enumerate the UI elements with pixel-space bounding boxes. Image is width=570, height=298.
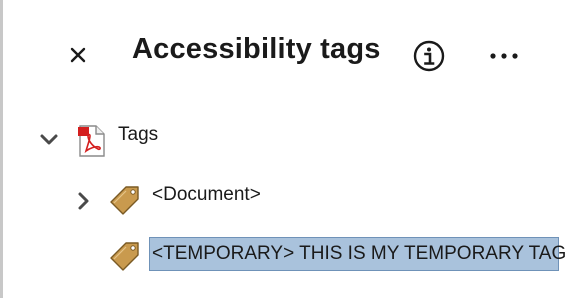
chevron-right-icon xyxy=(78,192,89,210)
tree-node-tags[interactable]: Tags xyxy=(3,118,570,158)
tree-node-label: <Document> xyxy=(152,184,261,205)
tree-node-label: <TEMPORARY> THIS IS MY TEMPORARY TAG xyxy=(152,243,567,264)
close-button[interactable] xyxy=(63,40,93,70)
info-button[interactable] xyxy=(411,38,447,74)
tag-icon xyxy=(110,242,139,271)
pdf-file-icon xyxy=(78,125,105,157)
expand-toggle[interactable] xyxy=(72,189,96,213)
expand-toggle[interactable] xyxy=(37,128,61,152)
panel-title: Accessibility tags xyxy=(132,33,381,65)
tag-icon xyxy=(110,186,139,215)
tree-node-temporary[interactable]: <TEMPORARY> THIS IS MY TEMPORARY TAG xyxy=(3,234,570,274)
info-icon xyxy=(413,40,445,72)
chevron-down-icon xyxy=(40,134,58,145)
more-icon xyxy=(490,53,518,59)
close-icon xyxy=(70,47,86,63)
tree-node-label: Tags xyxy=(118,124,159,145)
accessibility-tags-panel: Accessibility tags Tags <Document> <TEMP… xyxy=(0,0,570,298)
tree-node-document[interactable]: <Document> xyxy=(3,178,570,218)
more-options-button[interactable] xyxy=(484,38,524,74)
panel-header: Accessibility tags xyxy=(3,0,570,110)
